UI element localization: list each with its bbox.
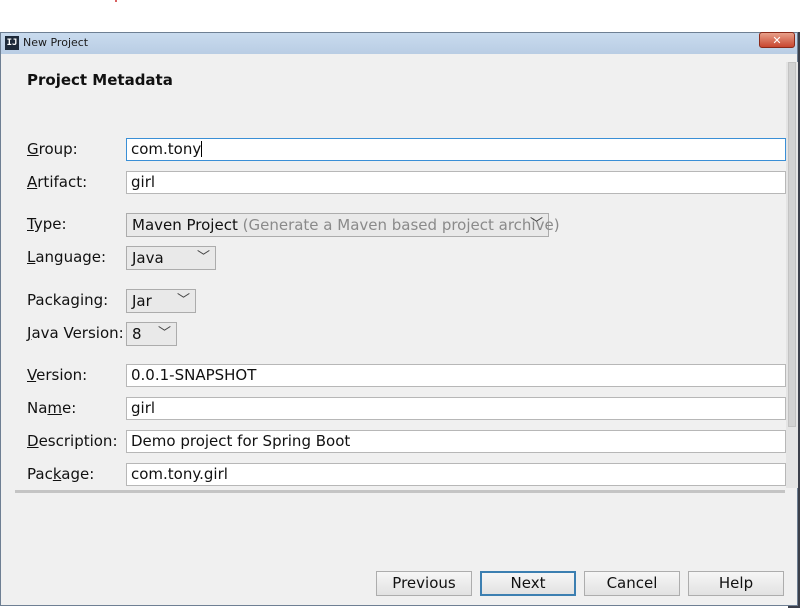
java-version-label: Java Version: [27,324,124,342]
desktop-speck [115,0,117,2]
intellij-app-icon: IJ [5,36,19,50]
chevron-down-icon: ﹀ [176,293,190,308]
chevron-down-icon: ﹀ [157,326,171,341]
description-label: Description: [27,432,118,450]
package-label: Package: [27,465,95,483]
description-field[interactable]: Demo project for Spring Boot [126,430,786,453]
java-version-dropdown[interactable]: 8 ﹀ [126,322,177,346]
version-field[interactable]: 0.0.1-SNAPSHOT [126,364,786,387]
help-button[interactable]: Help [688,571,784,596]
group-field[interactable]: com.tony [126,138,786,161]
group-label: Group: [27,140,78,158]
previous-button[interactable]: Previous [376,571,472,596]
language-label: Language: [27,248,107,266]
version-label: Version: [27,366,88,384]
type-dropdown[interactable]: Maven Project (Generate a Maven based pr… [126,213,560,237]
scrollbar-thumb[interactable] [788,62,796,427]
artifact-field[interactable]: girl [126,171,786,194]
section-title: Project Metadata [27,71,173,89]
artifact-label: Artifact: [27,173,88,191]
packaging-dropdown[interactable]: Jar ﹀ [126,289,196,313]
new-project-dialog: IJ New Project ✕ Project Metadata Group:… [0,32,798,606]
title-bar[interactable]: IJ New Project ✕ [1,32,797,54]
close-icon: ✕ [772,34,782,47]
language-dropdown[interactable]: Java ﹀ [126,246,216,270]
type-label: Type: [27,215,67,233]
name-label: Name: [27,399,77,417]
desktop-background [0,0,800,32]
vertical-scrollbar[interactable] [786,62,798,488]
name-field[interactable]: girl [126,397,786,420]
package-field[interactable]: com.tony.girl [126,463,786,486]
project-metadata-panel: Project Metadata Group: com.tony Artifac… [15,54,798,493]
cancel-button[interactable]: Cancel [584,571,680,596]
chevron-down-icon: ﹀ [529,217,543,232]
close-button[interactable]: ✕ [759,32,795,48]
next-button[interactable]: Next [480,571,576,596]
packaging-label: Packaging: [27,291,109,309]
chevron-down-icon: ﹀ [196,250,210,265]
window-title: New Project [23,36,89,49]
text-caret [201,141,203,157]
